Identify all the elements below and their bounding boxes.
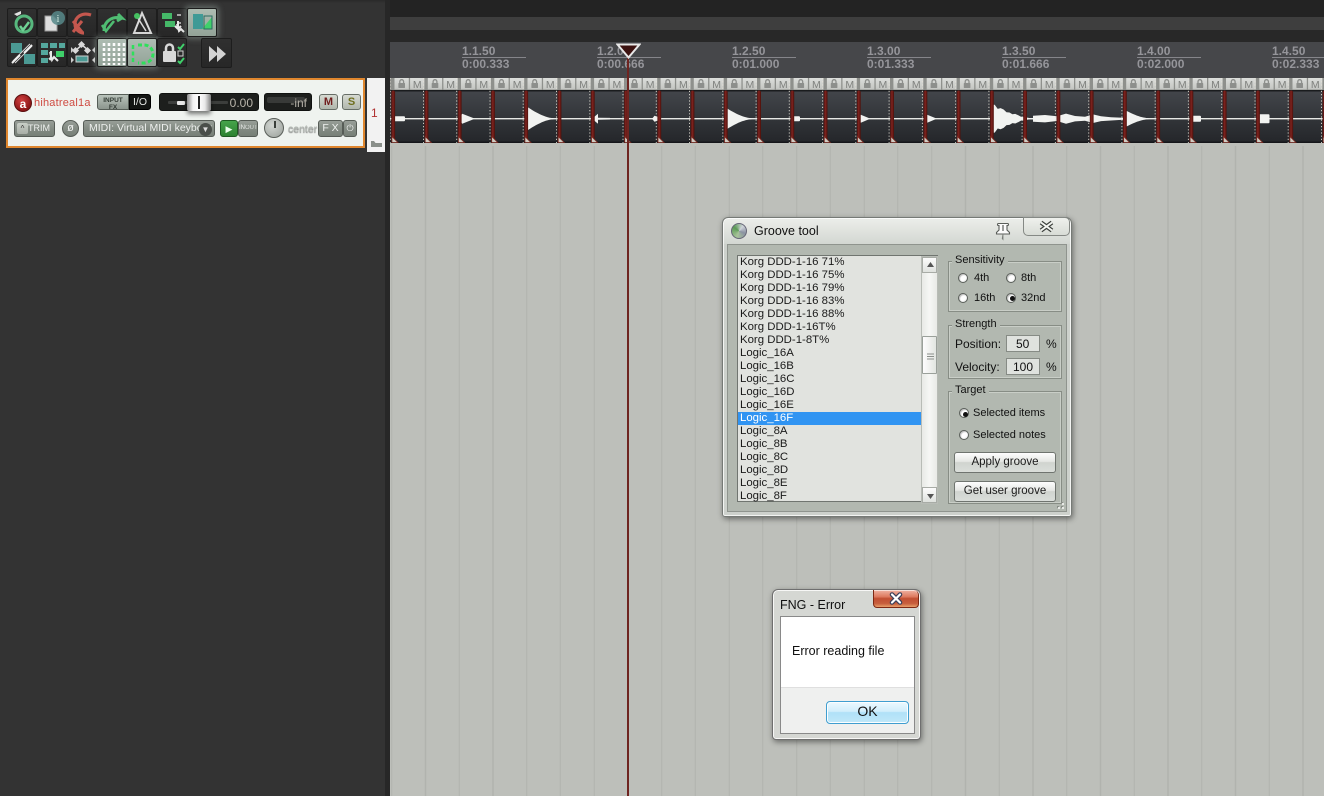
svg-text:M: M <box>1045 79 1054 91</box>
svg-text:M: M <box>679 79 688 91</box>
svg-text:M: M <box>479 79 488 91</box>
svg-text:M: M <box>812 79 821 91</box>
svg-text:M: M <box>1145 79 1154 91</box>
svg-text:M: M <box>413 79 422 91</box>
svg-text:M: M <box>1211 79 1220 91</box>
svg-text:M: M <box>1178 79 1187 91</box>
svg-text:M: M <box>945 79 954 91</box>
svg-text:M: M <box>1111 79 1120 91</box>
svg-text:M: M <box>546 79 555 91</box>
svg-text:M: M <box>712 79 721 91</box>
svg-text:M: M <box>513 79 522 91</box>
svg-text:M: M <box>845 79 854 91</box>
svg-text:i: i <box>57 14 60 25</box>
svg-text:M: M <box>978 79 987 91</box>
svg-text:M: M <box>912 79 921 91</box>
svg-text:M: M <box>746 79 755 91</box>
svg-text:M: M <box>879 79 888 91</box>
svg-text:M: M <box>1278 79 1287 91</box>
svg-text:M: M <box>1078 79 1087 91</box>
svg-text:M: M <box>579 79 588 91</box>
svg-text:M: M <box>613 79 622 91</box>
svg-text:M: M <box>779 79 788 91</box>
svg-text:M: M <box>1311 79 1320 91</box>
svg-text:M: M <box>1012 79 1021 91</box>
svg-text:M: M <box>446 79 455 91</box>
svg-text:M: M <box>1244 79 1253 91</box>
svg-text:M: M <box>646 79 655 91</box>
